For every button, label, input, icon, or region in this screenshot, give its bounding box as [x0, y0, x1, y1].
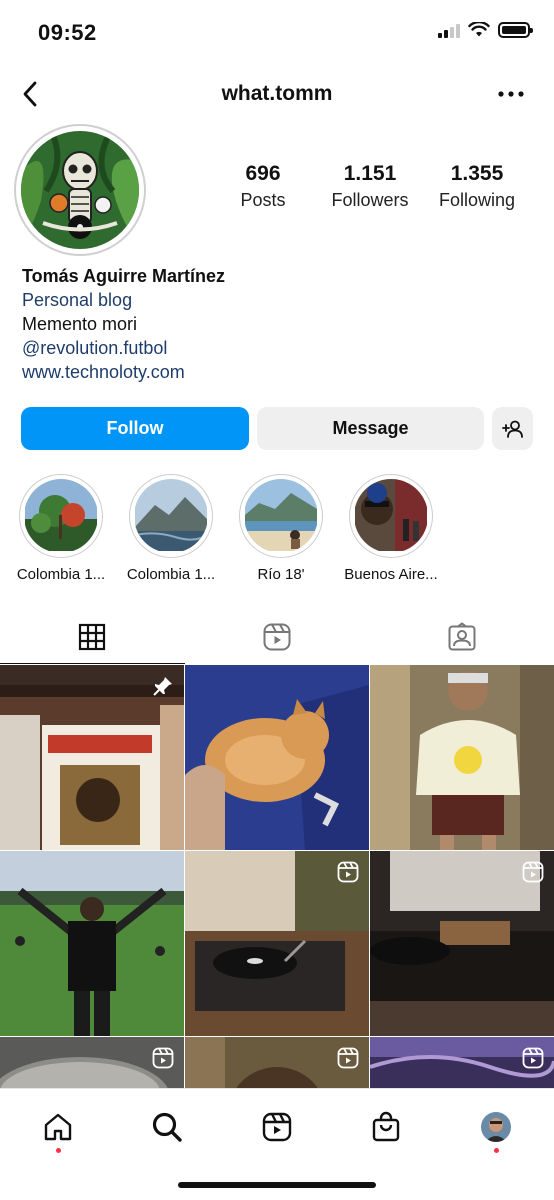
highlight-label: Colombia 1...	[16, 566, 106, 583]
grid-post[interactable]	[0, 851, 184, 1036]
highlight-label: Buenos Aire...	[344, 566, 438, 583]
pinned-icon	[152, 675, 174, 702]
status-time: 09:52	[38, 20, 97, 45]
nav-profile[interactable]	[476, 1107, 516, 1153]
stat-posts[interactable]: 696 Posts	[210, 162, 316, 211]
stat-following[interactable]: 1.355 Following	[424, 162, 530, 211]
stat-label: Followers	[331, 190, 409, 210]
highlight-item[interactable]: Buenos Aire...	[336, 474, 446, 583]
nav-search[interactable]	[147, 1107, 187, 1147]
highlight-image	[24, 479, 98, 553]
stat-value: 1.151	[343, 162, 397, 185]
battery-icon	[498, 22, 533, 38]
home-icon	[44, 1113, 72, 1141]
notification-dot	[55, 1148, 61, 1153]
nav-home[interactable]	[38, 1107, 78, 1153]
profile-name: Tomás Aguirre Martínez	[22, 266, 226, 286]
wifi-icon	[468, 22, 490, 37]
reels-icon	[263, 623, 291, 651]
avatar-image	[21, 131, 139, 249]
tab-posts-grid[interactable]	[0, 610, 185, 664]
reel-icon	[522, 1047, 544, 1074]
nav-reels[interactable]	[257, 1107, 297, 1147]
grid-post[interactable]	[370, 851, 554, 1036]
profile-avatar-small	[481, 1112, 511, 1142]
grid-post[interactable]	[0, 665, 184, 850]
grid-post[interactable]	[185, 851, 369, 1036]
add-user-icon	[501, 420, 523, 438]
highlight-image	[244, 479, 318, 553]
profile-stats: 696 Posts 1.151 Followers 1.355 Followin…	[210, 162, 530, 211]
search-icon	[152, 1112, 182, 1142]
reel-icon	[337, 1047, 359, 1074]
reel-icon	[152, 1047, 174, 1074]
profile-actions: Follow Message	[21, 407, 533, 450]
follow-button[interactable]: Follow	[21, 407, 249, 450]
grid-icon	[79, 623, 106, 651]
bio-text: Memento mori	[22, 314, 138, 334]
message-button[interactable]: Message	[257, 407, 484, 450]
more-options-button[interactable]	[494, 78, 528, 110]
bio-website-link[interactable]: www.technoloty.com	[22, 360, 532, 384]
tagged-icon	[448, 622, 476, 651]
highlight-ring	[349, 474, 433, 558]
status-bar: 09:52	[0, 0, 554, 66]
tab-reels[interactable]	[185, 610, 370, 664]
header-username: what.tomm	[221, 82, 333, 105]
home-indicator	[178, 1182, 376, 1188]
status-icons	[438, 22, 533, 38]
reel-icon	[522, 861, 544, 888]
stat-value: 1.355	[450, 162, 504, 185]
highlight-item[interactable]: Río 18'	[226, 474, 336, 583]
suggested-users-button[interactable]	[492, 407, 533, 450]
nav-shop[interactable]	[366, 1107, 406, 1147]
highlight-image	[354, 479, 428, 553]
grid-post[interactable]	[185, 665, 369, 850]
highlight-label: Río 18'	[257, 566, 305, 583]
story-highlights: Colombia 1... Colombia 1... Río 18' Buen…	[0, 474, 554, 586]
highlight-label: Colombia 1...	[126, 566, 216, 583]
profile-category[interactable]: Personal blog	[22, 288, 532, 312]
reel-icon	[337, 861, 359, 888]
stat-value: 696	[245, 162, 281, 185]
notification-dot	[493, 1148, 499, 1153]
grid-post[interactable]	[370, 665, 554, 850]
reels-icon	[262, 1112, 292, 1142]
highlight-image	[134, 479, 208, 553]
highlight-item[interactable]: Colombia 1...	[116, 474, 226, 583]
profile-tabs	[0, 610, 554, 664]
stat-label: Following	[438, 190, 516, 210]
stat-followers[interactable]: 1.151 Followers	[317, 162, 423, 211]
highlight-ring	[19, 474, 103, 558]
profile-avatar[interactable]	[14, 124, 146, 256]
tab-tagged[interactable]	[369, 610, 554, 664]
profile-header: what.tomm	[0, 70, 554, 118]
shop-icon	[372, 1111, 400, 1142]
profile-bio: Tomás Aguirre Martínez Personal blog Mem…	[22, 264, 532, 384]
more-horizontal-icon	[498, 91, 524, 97]
bio-mention-link[interactable]: @revolution.futbol	[22, 336, 532, 360]
highlight-item[interactable]: Colombia 1...	[6, 474, 116, 583]
highlight-ring	[129, 474, 213, 558]
signal-icon	[438, 22, 460, 38]
stat-label: Posts	[240, 190, 286, 210]
highlight-ring	[239, 474, 323, 558]
